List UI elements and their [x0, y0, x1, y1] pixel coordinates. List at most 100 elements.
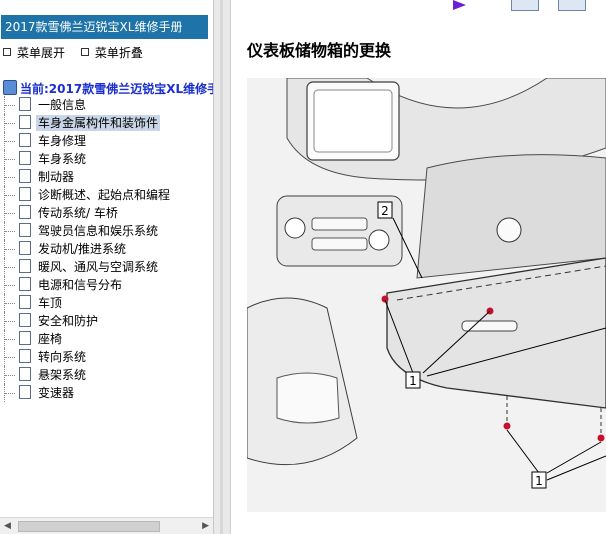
tree-item-label: 驾驶员信息和娱乐系统 [38, 224, 159, 238]
control-knob [284, 217, 306, 239]
tree-item-label: 车身金属构件和装饰件 [36, 115, 161, 131]
tree-connector [4, 240, 18, 258]
pane-splitter[interactable] [214, 0, 231, 534]
tree-item-label: 车顶 [38, 296, 63, 310]
tree-root-label: 当前:2017款雪佛兰迈锐宝XL维修手册 [20, 82, 214, 96]
document-icon [19, 277, 31, 291]
toolbar-icon-2[interactable] [558, 0, 586, 11]
document-icon [19, 169, 31, 183]
tree-item[interactable]: 暖风、通风与空调系统 [4, 258, 172, 276]
air-vent [496, 217, 522, 243]
document-icon [19, 349, 31, 363]
document-icon [19, 367, 31, 381]
tree-connector [4, 276, 18, 294]
illustration-svg: 2 1 1 [246, 77, 606, 512]
sidebar-panel: 2017款雪佛兰迈锐宝XL维修手册 菜单展开 菜单折叠 当前:2017款雪佛兰迈… [0, 0, 214, 534]
document-icon [19, 133, 31, 147]
tree-item-label: 诊断概述、起始点和编程 [38, 188, 171, 202]
sidebar-horizontal-scrollbar[interactable]: ◀ ▶ [0, 517, 213, 534]
scroll-right-icon[interactable]: ▶ [202, 521, 209, 531]
control-knob [368, 229, 390, 251]
tree-item[interactable]: 座椅 [4, 330, 172, 348]
content-footer [247, 516, 606, 534]
tree-item-label: 变速器 [38, 386, 75, 400]
tree-connector [4, 168, 18, 186]
manual-title: 2017款雪佛兰迈锐宝XL维修手册 [1, 15, 208, 39]
tree-connector [4, 348, 18, 366]
control-buttons [311, 237, 368, 251]
tree-item-label: 安全和防护 [38, 314, 99, 328]
tree-connector [4, 384, 18, 402]
scrollbar-thumb[interactable] [18, 521, 160, 532]
tree-item-label: 一般信息 [38, 98, 87, 112]
tree-item[interactable]: 制动器 [4, 168, 172, 186]
tree-connector [4, 366, 18, 384]
tree-item-label: 制动器 [38, 170, 75, 184]
tree-connector [4, 150, 18, 168]
tree-connector [4, 294, 18, 312]
tree-item-label: 电源和信号分布 [38, 278, 123, 292]
tree-item[interactable]: 发动机/推进系统 [4, 240, 172, 258]
cup-holder [276, 372, 340, 424]
tree-connector [4, 96, 18, 114]
tree-connector [4, 330, 18, 348]
tree-connector [4, 204, 18, 222]
tree-item-label: 座椅 [38, 332, 63, 346]
tree-connector [4, 114, 18, 132]
tree-item[interactable]: 变速器 [4, 384, 172, 402]
tree-item[interactable]: 诊断概述、起始点和编程 [4, 186, 172, 204]
toolbar-icon-1[interactable] [511, 0, 539, 11]
document-icon [19, 241, 31, 255]
tree-connector [4, 312, 18, 330]
document-icon [19, 331, 31, 345]
tree-item-label: 车身修理 [38, 134, 87, 148]
display-screen [313, 89, 393, 153]
scroll-left-icon[interactable]: ◀ [4, 521, 11, 531]
content-panel: 仪表板储物箱的更换 2 1 1 [231, 0, 606, 534]
splitter-grip [220, 0, 223, 534]
tree-item-label: 车身系统 [38, 152, 87, 166]
tree-item[interactable]: 一般信息 [4, 96, 172, 114]
tree-connector [4, 186, 18, 204]
tree-item[interactable]: 传动系统/ 车桥 [4, 204, 172, 222]
document-icon [19, 259, 31, 273]
document-icon [19, 187, 31, 201]
book-icon [3, 80, 17, 95]
tree-item[interactable]: 悬架系统 [4, 366, 172, 384]
tree-item-label: 发动机/推进系统 [38, 242, 127, 256]
tree-item[interactable]: 车顶 [4, 294, 172, 312]
tree-item-label: 悬架系统 [38, 368, 87, 382]
document-icon [19, 151, 31, 165]
passenger-dash [416, 154, 606, 279]
document-icon [19, 223, 31, 237]
menu-actions: 菜单展开 菜单折叠 [3, 44, 155, 61]
document-icon [19, 97, 31, 111]
callout-label: 2 [381, 204, 389, 218]
tree-item-label: 暖风、通风与空调系统 [38, 260, 159, 274]
tree-item-label: 传动系统/ 车桥 [38, 206, 118, 220]
callout-label: 1 [535, 474, 543, 488]
tree-root[interactable]: 当前:2017款雪佛兰迈锐宝XL维修手册 [3, 80, 214, 97]
tree-connector [4, 222, 18, 240]
tree-item[interactable]: 驾驶员信息和娱乐系统 [4, 222, 172, 240]
tree-item[interactable]: 车身系统 [4, 150, 172, 168]
glove-box-illustration: 2 1 1 [246, 77, 606, 512]
callout-label: 1 [409, 374, 417, 388]
control-buttons [311, 217, 368, 231]
fastener-marker [503, 422, 511, 430]
tree-item[interactable]: 车身金属构件和装饰件 [4, 114, 172, 132]
play-icon[interactable] [453, 0, 466, 10]
tree-item[interactable]: 转向系统 [4, 348, 172, 366]
tree-item[interactable]: 车身修理 [4, 132, 172, 150]
collapse-label: 菜单折叠 [94, 46, 143, 60]
square-icon [3, 48, 11, 56]
fastener-marker [381, 295, 389, 303]
collapse-menu-button[interactable]: 菜单折叠 [80, 44, 143, 61]
page-title: 仪表板储物箱的更换 [247, 41, 392, 60]
expand-menu-button[interactable]: 菜单展开 [3, 44, 65, 61]
expand-label: 菜单展开 [17, 46, 66, 60]
tree-item[interactable]: 安全和防护 [4, 312, 172, 330]
tree-item-label: 转向系统 [38, 350, 87, 364]
document-icon [19, 385, 31, 399]
tree-item[interactable]: 电源和信号分布 [4, 276, 172, 294]
